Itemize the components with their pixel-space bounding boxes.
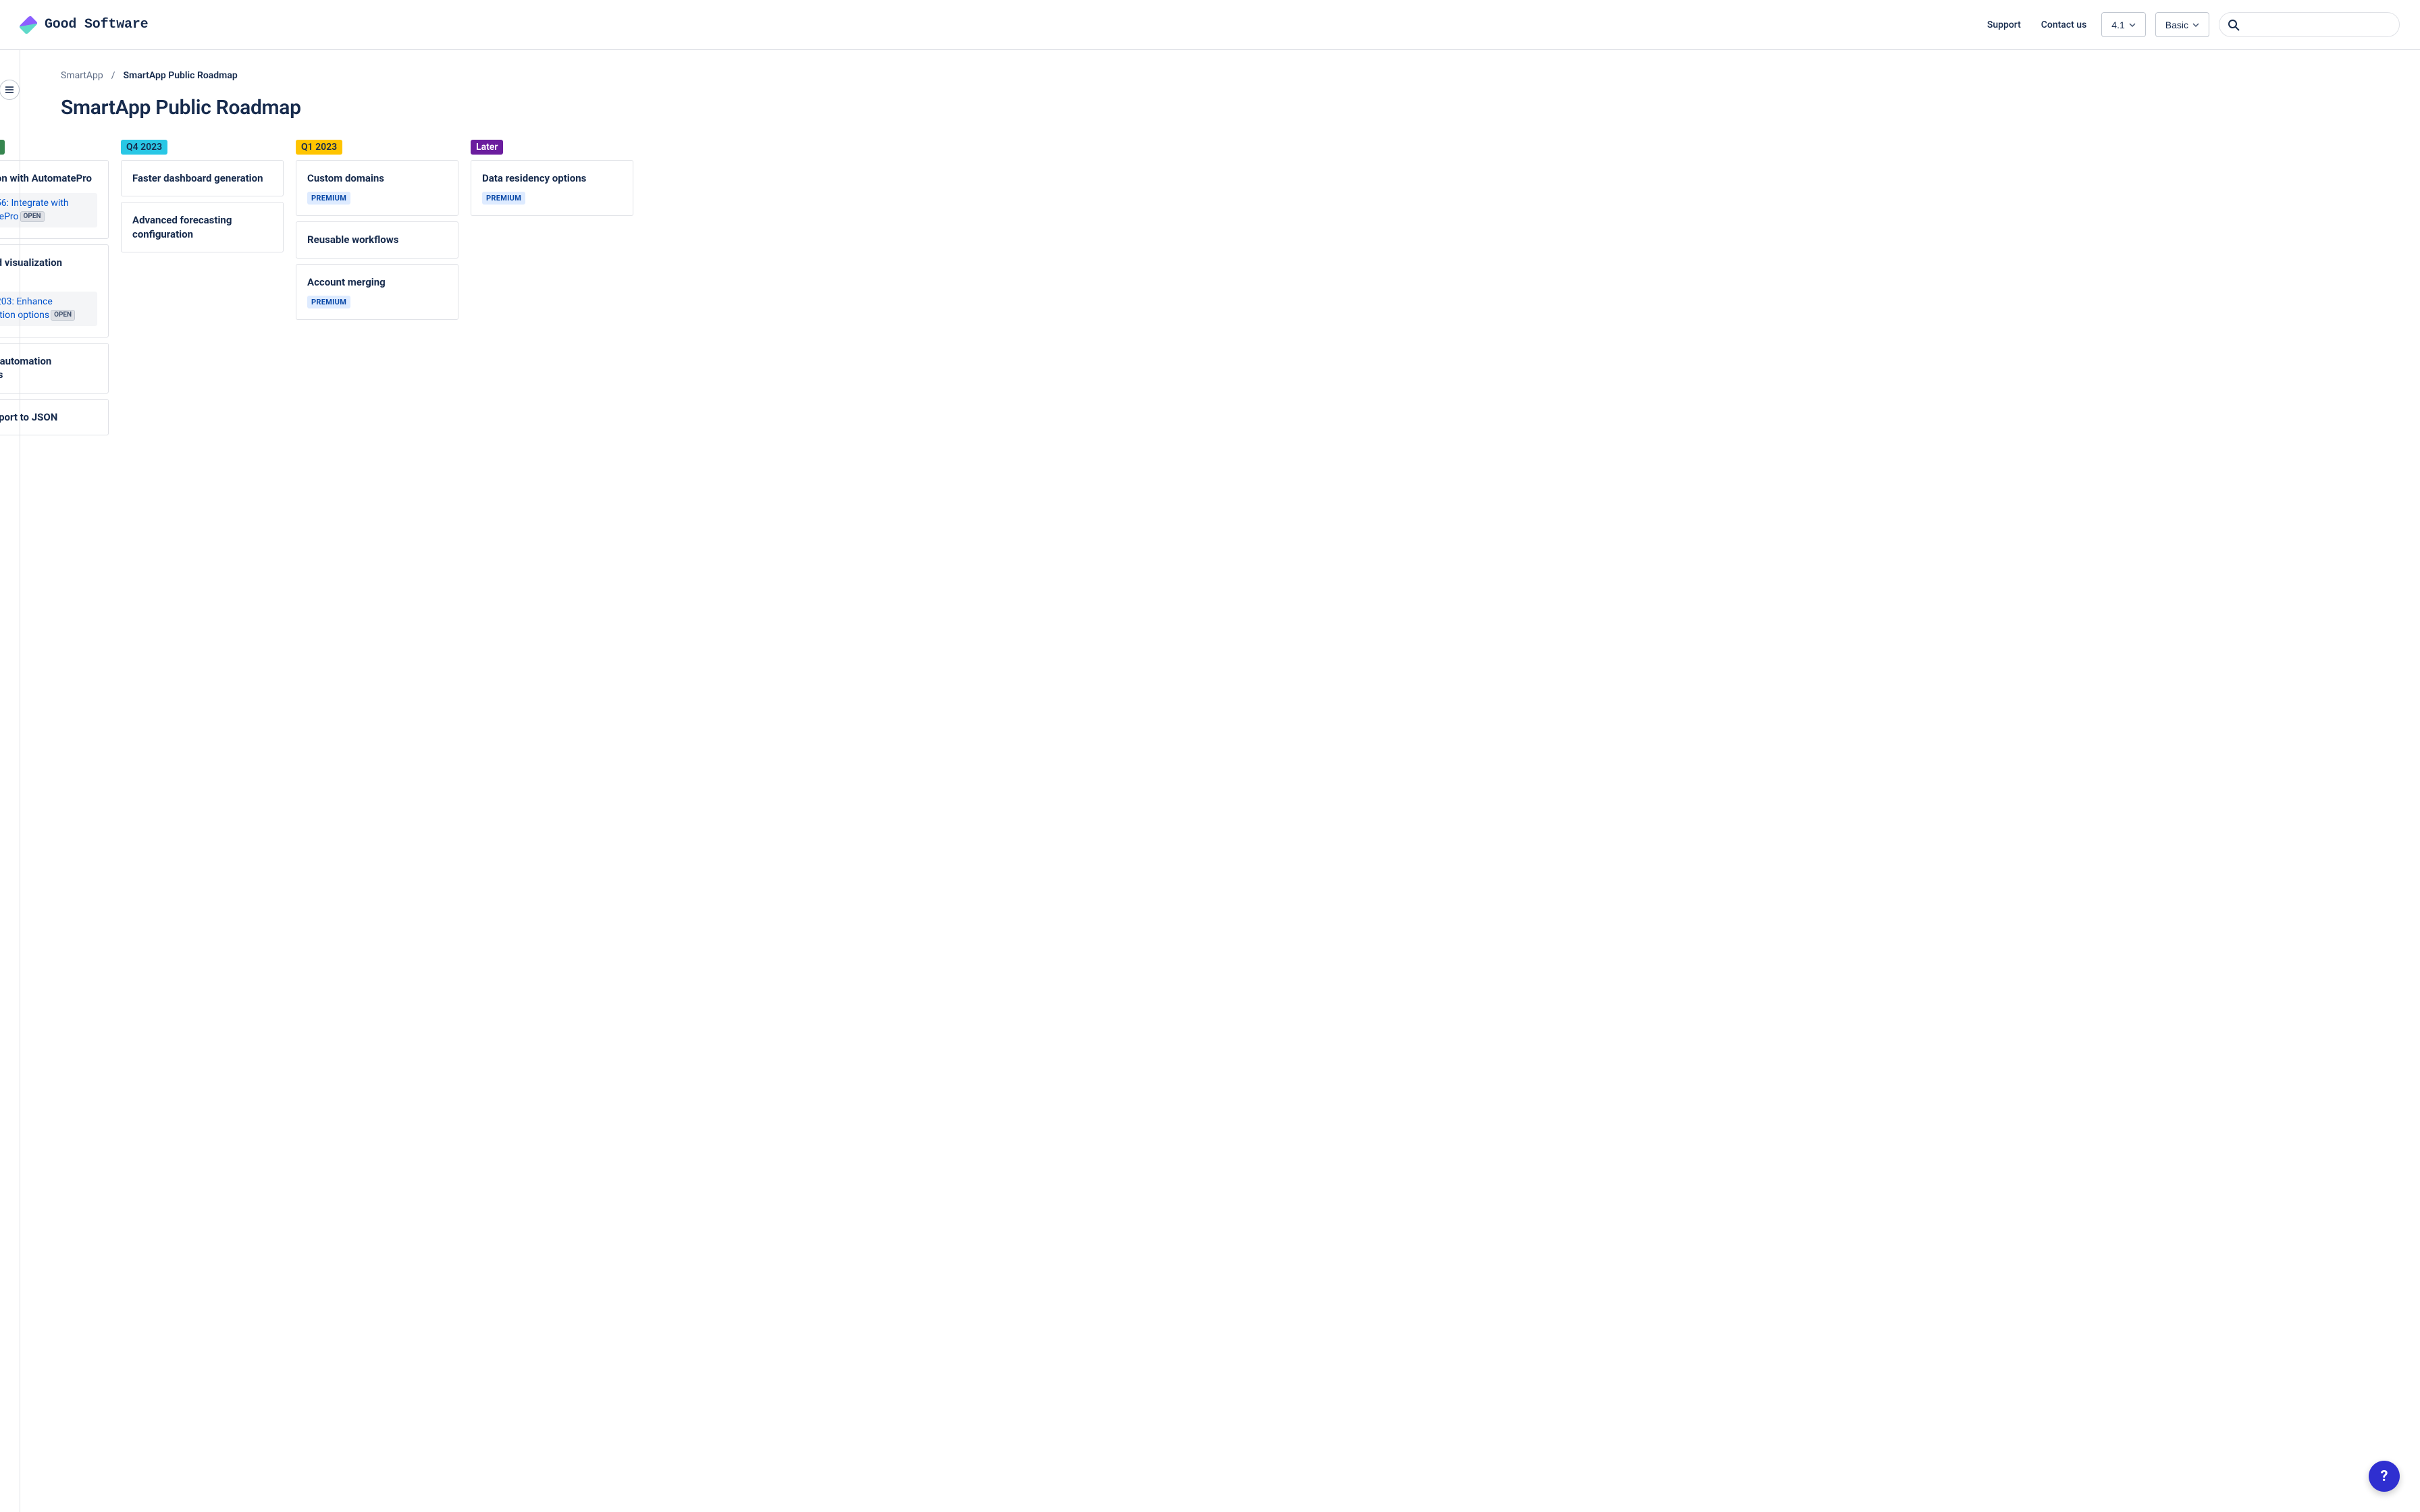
version-value: 4.1 <box>2111 20 2124 30</box>
chevron-down-icon <box>2192 22 2199 28</box>
roadmap-card[interactable]: Data residency options PREMIUM <box>471 160 633 216</box>
help-icon: ? <box>2381 1468 2388 1485</box>
breadcrumb: SmartApp / SmartApp Public Roadmap <box>61 70 804 81</box>
brand-logo <box>20 17 36 33</box>
help-button[interactable]: ? <box>2369 1461 2400 1492</box>
main-content: SmartApp / SmartApp Public Roadmap Smart… <box>20 50 2420 1512</box>
roadmap-card[interactable]: Advanced forecasting configuration <box>121 202 284 252</box>
column-header: Later <box>471 140 503 155</box>
sidebar-toggle-button[interactable] <box>0 80 20 100</box>
breadcrumb-root[interactable]: SmartApp <box>61 70 103 81</box>
sidebar-rail <box>0 50 20 1512</box>
tier-dropdown[interactable]: Basic <box>2155 12 2209 37</box>
premium-badge: PREMIUM <box>307 296 350 308</box>
board-column: Q1 2023 Custom domains PREMIUM Reusable wor… <box>296 140 458 441</box>
nav-support[interactable]: Support <box>1982 14 2026 36</box>
brand-name: Good Software <box>45 17 148 32</box>
search-icon <box>2227 18 2240 32</box>
tier-value: Basic <box>2165 20 2188 30</box>
card-title: Custom domains <box>307 171 447 185</box>
column-header: Q4 2023 <box>121 140 167 155</box>
card-title: Account merging <box>307 275 447 289</box>
card-title: Data residency options <box>482 171 622 185</box>
app-header: Good Software Support Contact us 4.1 Bas… <box>0 0 2420 50</box>
card-title: Reusable workflows <box>307 233 447 246</box>
card-title: Faster dashboard generation <box>132 171 272 185</box>
breadcrumb-separator: / <box>111 70 115 81</box>
board-column: Later Data residency options PREMIUM <box>471 140 633 441</box>
roadmap-board: In progressIntegration with AutomateProG… <box>0 140 804 441</box>
premium-badge: PREMIUM <box>307 192 350 205</box>
premium-badge: PREMIUM <box>482 192 525 205</box>
header-actions: Support Contact us 4.1 Basic <box>1982 12 2400 37</box>
roadmap-card[interactable]: Reusable workflows <box>296 221 458 258</box>
search-box <box>2219 12 2400 37</box>
board-column: Q4 2023 Faster dashboard generation Advanc… <box>121 140 284 441</box>
status-badge: OPEN <box>51 310 75 321</box>
roadmap-card[interactable]: Custom domains PREMIUM <box>296 160 458 216</box>
brand-area[interactable]: Good Software <box>20 17 148 33</box>
chevron-down-icon <box>2129 22 2136 28</box>
page-title: SmartApp Public Roadmap <box>61 96 804 119</box>
roadmap-card[interactable]: Faster dashboard generation <box>121 160 284 196</box>
breadcrumb-current: SmartApp Public Roadmap <box>124 70 238 81</box>
search-input[interactable] <box>2219 12 2400 37</box>
hamburger-icon <box>5 86 14 93</box>
status-badge: OPEN <box>20 211 45 222</box>
version-dropdown[interactable]: 4.1 <box>2101 12 2145 37</box>
nav-contact-us[interactable]: Contact us <box>2036 14 2093 36</box>
column-header: Q1 2023 <box>296 140 342 155</box>
card-title: Advanced forecasting configuration <box>132 213 272 241</box>
roadmap-card[interactable]: Account merging PREMIUM <box>296 264 458 320</box>
